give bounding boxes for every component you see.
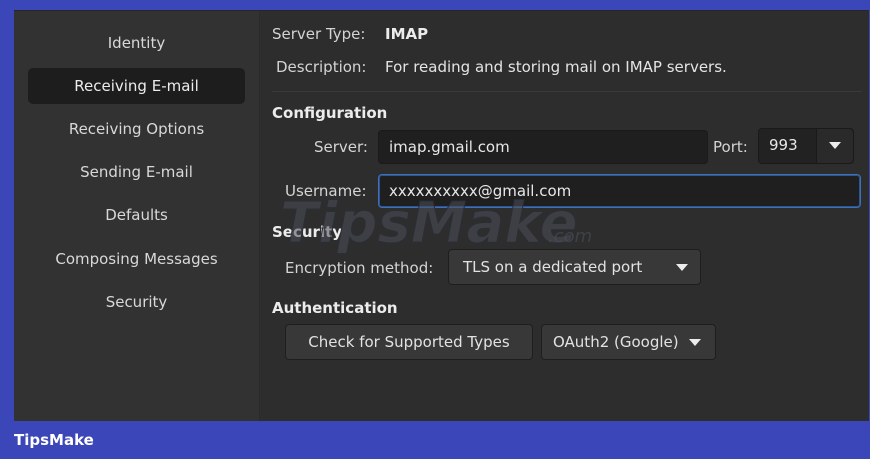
port-label: Port:: [713, 138, 748, 156]
port-value[interactable]: 993: [769, 136, 798, 154]
footer-brand: TipsMake: [14, 431, 94, 449]
server-type-label: Server Type:: [272, 25, 366, 43]
separator: [272, 91, 862, 92]
username-input[interactable]: xxxxxxxxxx@gmail.com: [378, 174, 861, 208]
chevron-down-icon: [689, 339, 701, 346]
encryption-method-label: Encryption method:: [285, 259, 434, 277]
sidebar-item-identity[interactable]: Identity: [28, 25, 245, 61]
sidebar: Identity Receiving E-mail Receiving Opti…: [14, 11, 260, 422]
chevron-down-icon: [829, 142, 841, 149]
port-spin[interactable]: 993: [758, 128, 854, 164]
username-label: Username:: [285, 182, 367, 200]
account-settings-window: Identity Receiving E-mail Receiving Opti…: [14, 10, 869, 422]
sidebar-item-defaults[interactable]: Defaults: [28, 197, 245, 233]
sidebar-item-receiving-options[interactable]: Receiving Options: [28, 111, 245, 147]
settings-panel: Server Type: IMAP Description: For readi…: [272, 11, 868, 422]
sidebar-item-sending-email[interactable]: Sending E-mail: [28, 154, 245, 190]
description-label: Description:: [276, 58, 367, 76]
sidebar-item-composing-messages[interactable]: Composing Messages: [28, 241, 245, 277]
authentication-method-value: OAuth2 (Google): [553, 333, 679, 351]
server-type-value: IMAP: [385, 25, 429, 43]
encryption-method-value: TLS on a dedicated port: [463, 258, 643, 276]
sidebar-item-security[interactable]: Security: [28, 284, 245, 320]
server-input[interactable]: imap.gmail.com: [378, 130, 708, 164]
check-supported-types-button[interactable]: Check for Supported Types: [285, 324, 533, 360]
authentication-heading: Authentication: [272, 299, 398, 317]
port-dropdown-button[interactable]: [816, 129, 853, 163]
security-heading: Security: [272, 223, 343, 241]
server-label: Server:: [314, 138, 368, 156]
chevron-down-icon: [676, 264, 688, 271]
configuration-heading: Configuration: [272, 104, 388, 122]
sidebar-item-receiving-email[interactable]: Receiving E-mail: [28, 68, 245, 104]
encryption-method-select[interactable]: TLS on a dedicated port: [448, 249, 701, 285]
description-value: For reading and storing mail on IMAP ser…: [385, 58, 727, 76]
footer-bar: TipsMake: [14, 421, 869, 453]
authentication-method-select[interactable]: OAuth2 (Google): [541, 324, 716, 360]
